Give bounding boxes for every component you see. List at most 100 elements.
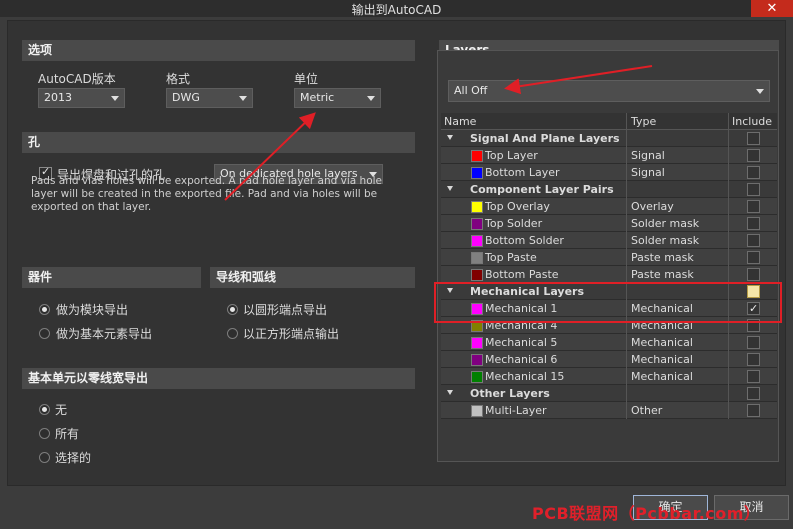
layer-row[interactable]: Bottom Solder Solder mask xyxy=(441,232,777,249)
include-checkbox[interactable] xyxy=(747,200,760,213)
layer-include xyxy=(730,249,777,266)
layer-group-row[interactable]: Other Layers xyxy=(441,385,777,402)
layer-name: Top Solder xyxy=(441,215,627,232)
round-ends-radio[interactable] xyxy=(227,304,238,315)
include-checkbox[interactable] xyxy=(747,353,760,366)
column-header-type[interactable]: Type xyxy=(628,113,729,130)
layers-filter-select[interactable]: All Off xyxy=(448,80,770,102)
component-as-primitives-label: 做为基本元素导出 xyxy=(56,327,153,341)
tracks-section-header: 导线和弧线 xyxy=(210,267,415,288)
components-section-header: 器件 xyxy=(22,267,201,288)
layer-include xyxy=(730,402,777,419)
grid-header-row: Name Type Include xyxy=(441,113,777,130)
layer-type: Paste mask xyxy=(628,249,729,266)
zero-width-all-radio[interactable] xyxy=(39,428,50,439)
mechanical-selection-highlight xyxy=(434,282,782,323)
layer-row[interactable]: Bottom Layer Signal xyxy=(441,164,777,181)
layer-name: Mechanical 15 xyxy=(441,368,627,385)
units-label: 单位 xyxy=(294,72,319,86)
units-select[interactable]: Metric xyxy=(294,88,381,108)
include-checkbox[interactable] xyxy=(747,370,760,383)
round-ends-label: 以圆形端点导出 xyxy=(243,303,328,317)
layer-name: Mechanical 6 xyxy=(441,351,627,368)
layer-include xyxy=(730,147,777,164)
layer-group-row[interactable]: Component Layer Pairs xyxy=(441,181,777,198)
component-as-block-label: 做为模块导出 xyxy=(56,303,129,317)
layer-group-name: Signal And Plane Layers xyxy=(441,130,627,147)
column-header-name[interactable]: Name xyxy=(441,113,627,130)
layer-group-row[interactable]: Signal And Plane Layers xyxy=(441,130,777,147)
format-select[interactable]: DWG xyxy=(166,88,253,108)
include-checkbox[interactable] xyxy=(747,387,760,400)
zero-width-selected-radio[interactable] xyxy=(39,452,50,463)
include-checkbox[interactable] xyxy=(747,404,760,417)
layer-group-type xyxy=(628,130,729,147)
layer-name: Top Layer xyxy=(441,147,627,164)
format-label: 格式 xyxy=(166,72,191,86)
layer-type: Paste mask xyxy=(628,266,729,283)
layer-include xyxy=(730,368,777,385)
layer-group-include xyxy=(730,385,777,402)
layer-row[interactable]: Top Solder Solder mask xyxy=(441,215,777,232)
layer-group-name: Other Layers xyxy=(441,385,627,402)
include-checkbox[interactable] xyxy=(747,217,760,230)
include-checkbox[interactable] xyxy=(747,336,760,349)
include-checkbox[interactable] xyxy=(747,166,760,179)
layer-group-type xyxy=(628,181,729,198)
layer-row[interactable]: Bottom Paste Paste mask xyxy=(441,266,777,283)
layer-group-include xyxy=(730,181,777,198)
square-ends-label: 以正方形端点输出 xyxy=(243,327,340,341)
autocad-version-select[interactable]: 2013 xyxy=(38,88,125,108)
include-checkbox[interactable] xyxy=(747,251,760,264)
layer-include xyxy=(730,164,777,181)
layer-type: Solder mask xyxy=(628,215,729,232)
layer-group-include xyxy=(730,130,777,147)
layer-type: Solder mask xyxy=(628,232,729,249)
layer-row[interactable]: Multi-Layer Other xyxy=(441,402,777,419)
zero-width-none-radio[interactable] xyxy=(39,404,50,415)
window-title: 输出到AutoCAD xyxy=(351,3,442,17)
layer-row[interactable]: Mechanical 5 Mechanical xyxy=(441,334,777,351)
layer-include xyxy=(730,215,777,232)
chevron-down-icon xyxy=(111,96,119,101)
include-checkbox[interactable] xyxy=(747,132,760,145)
units-value: Metric xyxy=(300,91,335,104)
layer-name: Mechanical 5 xyxy=(441,334,627,351)
layer-include xyxy=(730,334,777,351)
include-checkbox[interactable] xyxy=(747,183,760,196)
include-checkbox[interactable] xyxy=(747,149,760,162)
layer-row[interactable]: Mechanical 6 Mechanical xyxy=(441,351,777,368)
layer-row[interactable]: Top Paste Paste mask xyxy=(441,249,777,266)
column-header-include[interactable]: Include xyxy=(730,113,777,130)
layer-row[interactable]: Top Overlay Overlay xyxy=(441,198,777,215)
layer-type: Signal xyxy=(628,147,729,164)
layer-row[interactable]: Mechanical 15 Mechanical xyxy=(441,368,777,385)
layer-name: Top Paste xyxy=(441,249,627,266)
title-bar: 输出到AutoCAD ✕ xyxy=(0,0,793,17)
component-as-primitives-radio[interactable] xyxy=(39,328,50,339)
zero-width-selected-label: 选择的 xyxy=(55,451,92,465)
layer-name: Multi-Layer xyxy=(441,402,627,419)
layer-group-name: Component Layer Pairs xyxy=(441,181,627,198)
layer-type: Mechanical xyxy=(628,368,729,385)
watermark: PCB联盟网（Pcbbar.com） xyxy=(532,504,761,523)
chevron-down-icon xyxy=(756,89,764,94)
layer-row[interactable]: Top Layer Signal xyxy=(441,147,777,164)
include-checkbox[interactable] xyxy=(747,268,760,281)
layer-include xyxy=(730,232,777,249)
square-ends-radio[interactable] xyxy=(227,328,238,339)
options-section-header: 选项 xyxy=(22,40,415,61)
layer-include xyxy=(730,198,777,215)
layers-grid: Name Type Include Signal And Plane Layer… xyxy=(441,113,777,419)
layer-name: Top Overlay xyxy=(441,198,627,215)
layer-include xyxy=(730,266,777,283)
zero-width-section-header: 基本单元以零线宽导出 xyxy=(22,368,415,389)
layer-name: Bottom Paste xyxy=(441,266,627,283)
layer-include xyxy=(730,351,777,368)
component-as-block-radio[interactable] xyxy=(39,304,50,315)
zero-width-all-label: 所有 xyxy=(55,427,80,441)
include-checkbox[interactable] xyxy=(747,234,760,247)
layer-type: Mechanical xyxy=(628,334,729,351)
close-button[interactable]: ✕ xyxy=(751,0,793,17)
layer-name: Bottom Layer xyxy=(441,164,627,181)
